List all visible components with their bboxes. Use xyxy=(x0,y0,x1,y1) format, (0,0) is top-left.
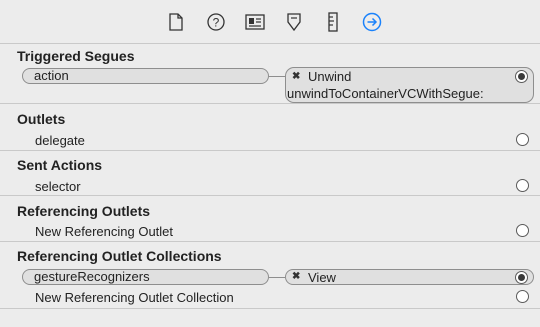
outlet-delegate-label: delegate xyxy=(35,133,85,148)
section-title: Referencing Outlets xyxy=(17,203,151,219)
segue-target-line1: Unwind xyxy=(308,69,352,84)
sent-actions-section: Sent Actions selector xyxy=(0,151,540,196)
attributes-inspector-icon[interactable] xyxy=(284,12,304,32)
identity-inspector-icon[interactable] xyxy=(245,12,265,32)
outlets-section: Outlets delegate xyxy=(0,104,540,151)
segue-source-pill[interactable]: action xyxy=(22,68,269,84)
section-title: Outlets xyxy=(17,111,66,127)
segue-target-box[interactable]: ✖ Unwind unwindToContainerVCWithSegue: xyxy=(285,67,534,103)
segue-target-line2: unwindToContainerVCWithSegue: xyxy=(287,86,484,101)
size-inspector-icon[interactable] xyxy=(323,12,343,32)
new-referencing-outlet-radio[interactable] xyxy=(516,224,529,237)
svg-text:?: ? xyxy=(213,16,220,30)
collection-target-box[interactable]: ✖ View xyxy=(285,269,534,285)
section-title: Referencing Outlet Collections xyxy=(17,248,222,264)
connection-radio[interactable] xyxy=(515,70,528,83)
sent-action-selector-label: selector xyxy=(35,179,81,194)
quick-help-icon[interactable]: ? xyxy=(206,12,226,32)
triggered-segues-section: Triggered Segues action ✖ Unwind unwindT… xyxy=(0,43,540,104)
outlet-delegate-radio[interactable] xyxy=(516,133,529,146)
remove-connection-icon[interactable]: ✖ xyxy=(292,271,300,282)
sent-action-selector-radio[interactable] xyxy=(516,179,529,192)
new-referencing-outlet-collection-label: New Referencing Outlet Collection xyxy=(35,290,234,305)
new-referencing-outlet-collection-radio[interactable] xyxy=(516,290,529,303)
file-inspector-icon[interactable] xyxy=(166,12,186,32)
connection-line xyxy=(269,277,285,278)
remove-connection-icon[interactable]: ✖ xyxy=(292,71,300,82)
connections-inspector-icon[interactable] xyxy=(362,12,382,32)
section-title: Sent Actions xyxy=(17,157,103,173)
referencing-outlets-section: Referencing Outlets New Referencing Outl… xyxy=(0,196,540,242)
collection-target-label: View xyxy=(308,270,336,285)
inspector-toolbar: ? xyxy=(0,0,540,44)
section-title: Triggered Segues xyxy=(17,48,135,64)
connection-line xyxy=(269,76,285,77)
referencing-outlet-collections-section: Referencing Outlet Collections gestureRe… xyxy=(0,242,540,309)
connection-radio[interactable] xyxy=(515,271,528,284)
collection-source-pill[interactable]: gestureRecognizers xyxy=(22,269,269,285)
new-referencing-outlet-label: New Referencing Outlet xyxy=(35,224,174,239)
